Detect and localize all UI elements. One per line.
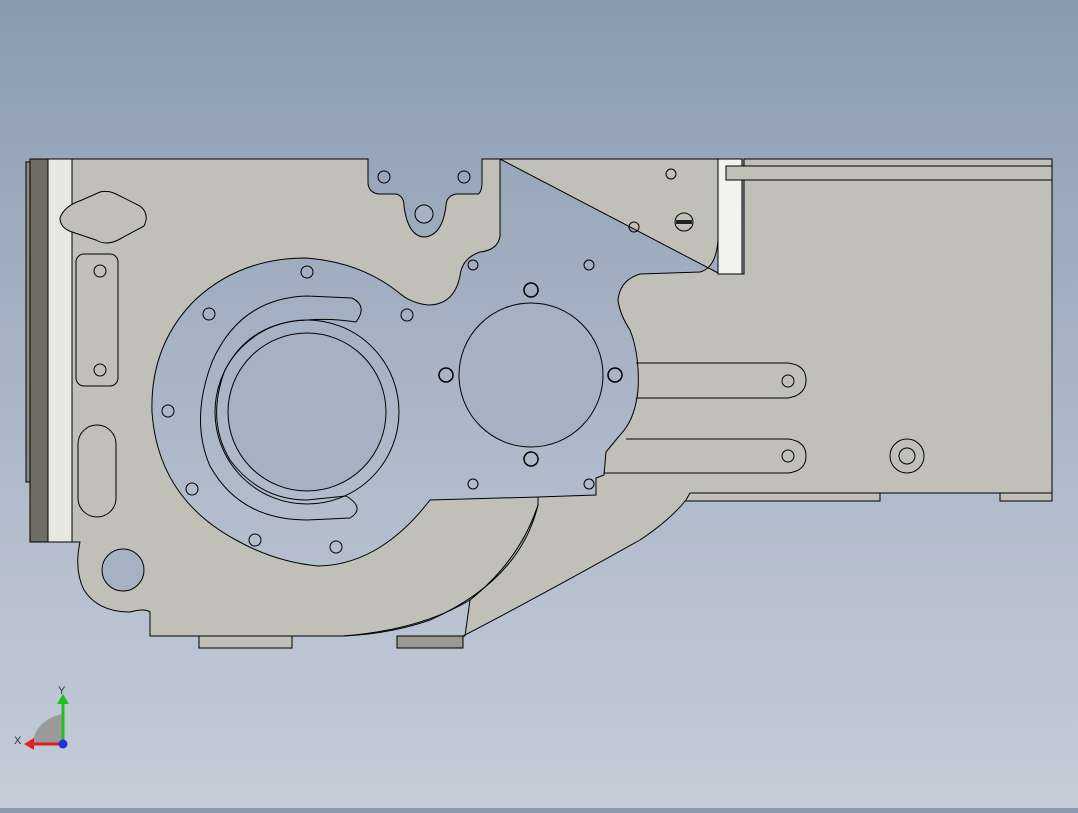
top-right-rail xyxy=(725,165,1053,181)
hole xyxy=(329,540,343,554)
large-bore xyxy=(227,332,387,492)
hole xyxy=(457,170,471,184)
bottom-left-bore xyxy=(101,548,145,592)
screw-slot xyxy=(676,220,692,224)
hole xyxy=(438,367,454,383)
hole xyxy=(523,282,539,298)
hole xyxy=(607,367,623,383)
hole xyxy=(467,478,479,490)
bracket-bore xyxy=(414,204,434,224)
z-axis-dot xyxy=(58,739,68,749)
hole xyxy=(400,308,414,322)
hole xyxy=(161,404,175,418)
graphics-viewport[interactable]: Y X xyxy=(0,0,1078,808)
x-arrow xyxy=(24,738,34,750)
hole xyxy=(300,265,314,279)
right-bore xyxy=(458,302,604,448)
left-dark-rail xyxy=(29,158,51,543)
hole xyxy=(467,259,479,271)
hole xyxy=(248,533,262,547)
hole xyxy=(377,170,391,184)
hole xyxy=(583,259,595,271)
hole xyxy=(202,307,216,321)
hole xyxy=(583,478,595,490)
orientation-triad[interactable]: Y X xyxy=(10,684,80,754)
bottom-tab-left xyxy=(198,635,293,649)
y-axis-label: Y xyxy=(58,685,66,697)
bottom-boss xyxy=(396,635,464,649)
right-bottom-tab-1 xyxy=(679,492,881,502)
triad-plane xyxy=(32,714,62,744)
hole xyxy=(523,451,539,467)
x-axis-label: X xyxy=(14,735,22,747)
part-view[interactable] xyxy=(0,0,1078,808)
right-bottom-tab-2 xyxy=(999,492,1053,502)
hole xyxy=(185,482,199,496)
